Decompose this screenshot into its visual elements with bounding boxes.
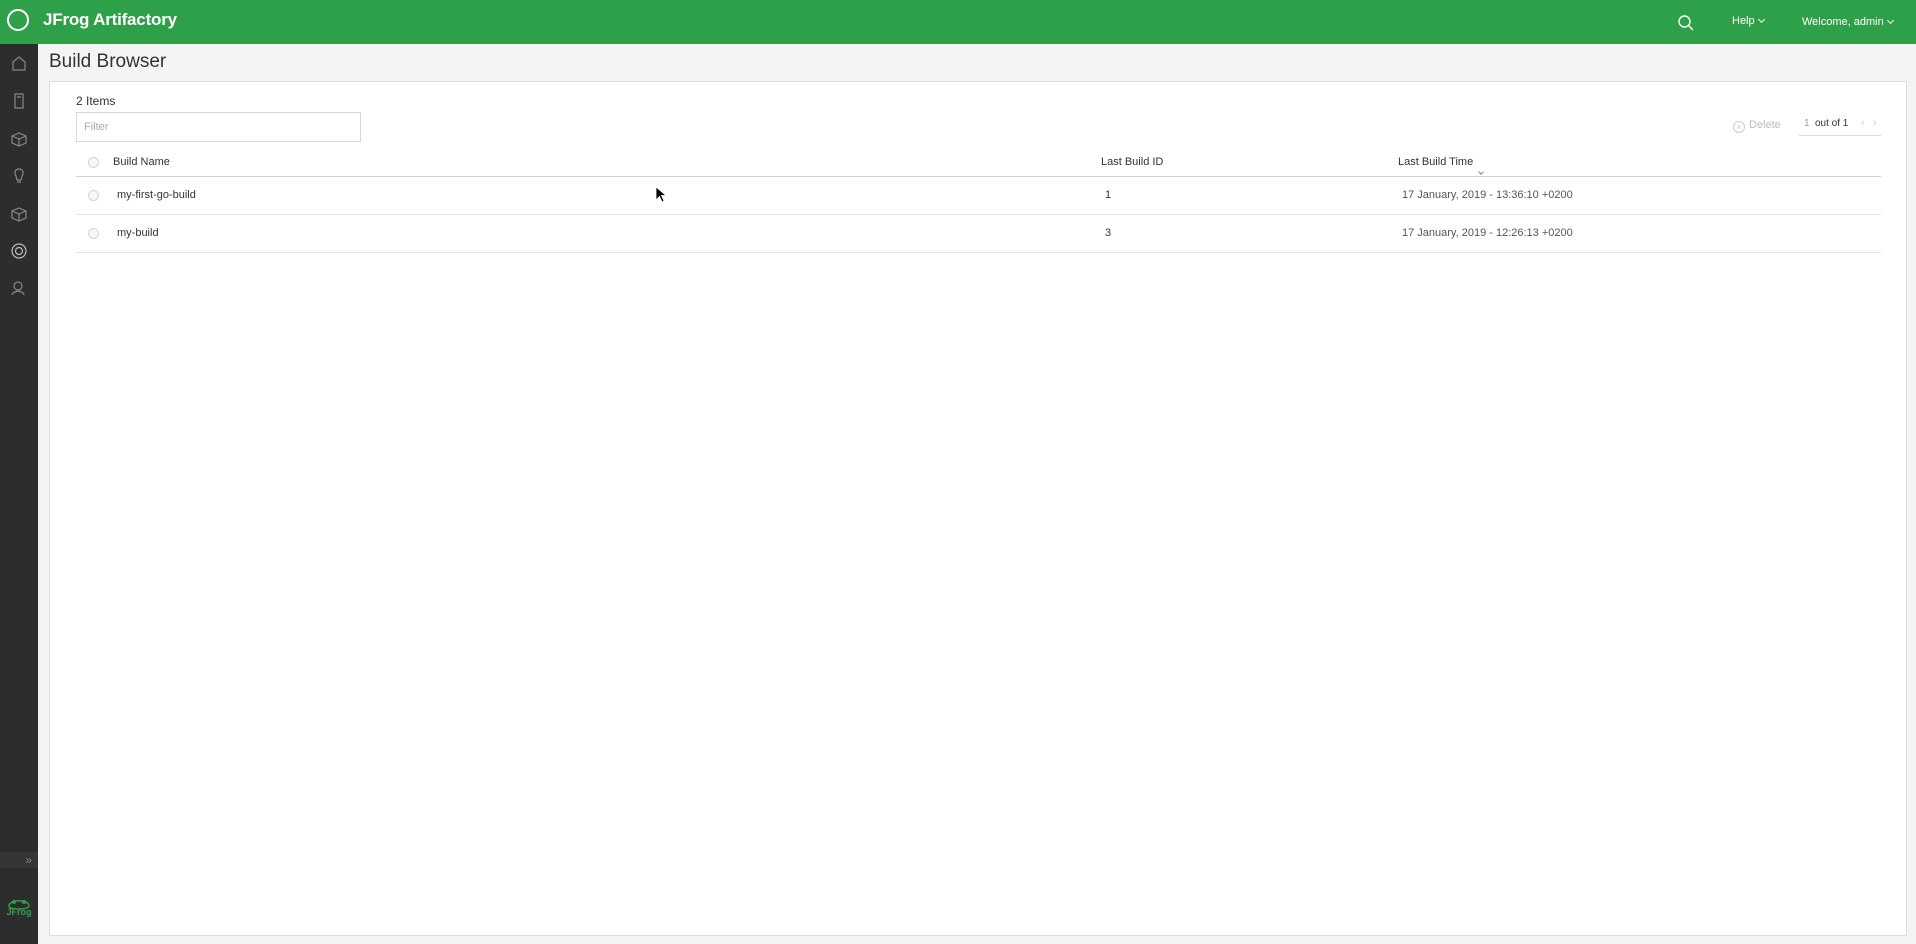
jfrog-logo-icon[interactable] xyxy=(7,9,29,31)
build-browser-panel: 2 Items × Delete 1 out of 1 ‹ › Build Nam… xyxy=(49,81,1907,936)
pagination: 1 out of 1 ‹ › xyxy=(1799,112,1881,136)
xray-icon[interactable] xyxy=(9,166,29,186)
page-number-input[interactable]: 1 xyxy=(1804,118,1810,129)
delete-label: Delete xyxy=(1749,119,1781,131)
build-name-link[interactable]: my-first-go-build xyxy=(117,189,196,201)
chevron-right-icon[interactable]: › xyxy=(1873,117,1877,129)
table-row[interactable]: my-build 3 17 January, 2019 - 12:26:13 +… xyxy=(76,215,1881,253)
help-menu[interactable]: Help xyxy=(1732,15,1765,27)
delete-icon: × xyxy=(1733,121,1745,133)
welcome-label: Welcome, admin xyxy=(1802,16,1884,28)
mouse-cursor-icon xyxy=(655,186,667,203)
search-icon[interactable] xyxy=(1677,14,1695,32)
top-bar: JFrog Artifactory Help Welcome, admin xyxy=(0,0,1916,44)
column-header-label: Last Build Time xyxy=(1398,156,1474,168)
table-row[interactable]: my-first-go-build 1 17 January, 2019 - 1… xyxy=(76,177,1881,215)
chevron-down-icon xyxy=(1886,16,1894,25)
sort-desc-icon xyxy=(1478,169,1485,175)
column-header-last-build-time[interactable]: Last Build Time xyxy=(1398,156,1485,175)
items-count: 2 Items xyxy=(76,94,116,108)
last-build-time: 17 January, 2019 - 12:26:13 +0200 xyxy=(1402,227,1573,239)
column-header-build-name[interactable]: Build Name xyxy=(113,156,170,168)
chevron-down-icon xyxy=(1757,15,1765,24)
last-build-id: 3 xyxy=(1105,227,1112,239)
builds-table: Build Name Last Build ID Last Build Time… xyxy=(76,147,1881,253)
help-label: Help xyxy=(1732,15,1755,27)
jfrog-logo-text: JFrog xyxy=(6,907,32,917)
page-title: Build Browser xyxy=(49,51,167,72)
app-title[interactable]: JFrog Artifactory xyxy=(43,10,177,30)
expand-sidebar-button[interactable]: » xyxy=(0,852,38,868)
artifacts-icon[interactable] xyxy=(9,91,29,111)
delete-button[interactable]: × Delete xyxy=(1733,119,1781,133)
user-menu[interactable]: Welcome, admin xyxy=(1802,16,1894,28)
builds-icon[interactable] xyxy=(9,129,29,149)
packages-icon[interactable] xyxy=(9,204,29,224)
table-header: Build Name Last Build ID Last Build Time xyxy=(76,147,1881,177)
column-header-last-build-id[interactable]: Last Build ID xyxy=(1101,156,1163,168)
sidebar: » JFrog xyxy=(0,44,38,944)
last-build-id: 1 xyxy=(1105,189,1112,201)
home-icon[interactable] xyxy=(9,54,29,74)
chevron-left-icon[interactable]: ‹ xyxy=(1861,117,1865,129)
admin-icon[interactable] xyxy=(9,278,29,298)
row-checkbox[interactable] xyxy=(88,190,99,201)
select-all-checkbox[interactable] xyxy=(88,157,99,168)
build-name-link[interactable]: my-build xyxy=(117,227,159,239)
filter-input[interactable] xyxy=(76,112,361,142)
distribution-icon[interactable] xyxy=(9,241,29,261)
page-count: out of 1 xyxy=(1815,118,1849,129)
last-build-time: 17 January, 2019 - 13:36:10 +0200 xyxy=(1402,189,1573,201)
row-checkbox[interactable] xyxy=(88,228,99,239)
